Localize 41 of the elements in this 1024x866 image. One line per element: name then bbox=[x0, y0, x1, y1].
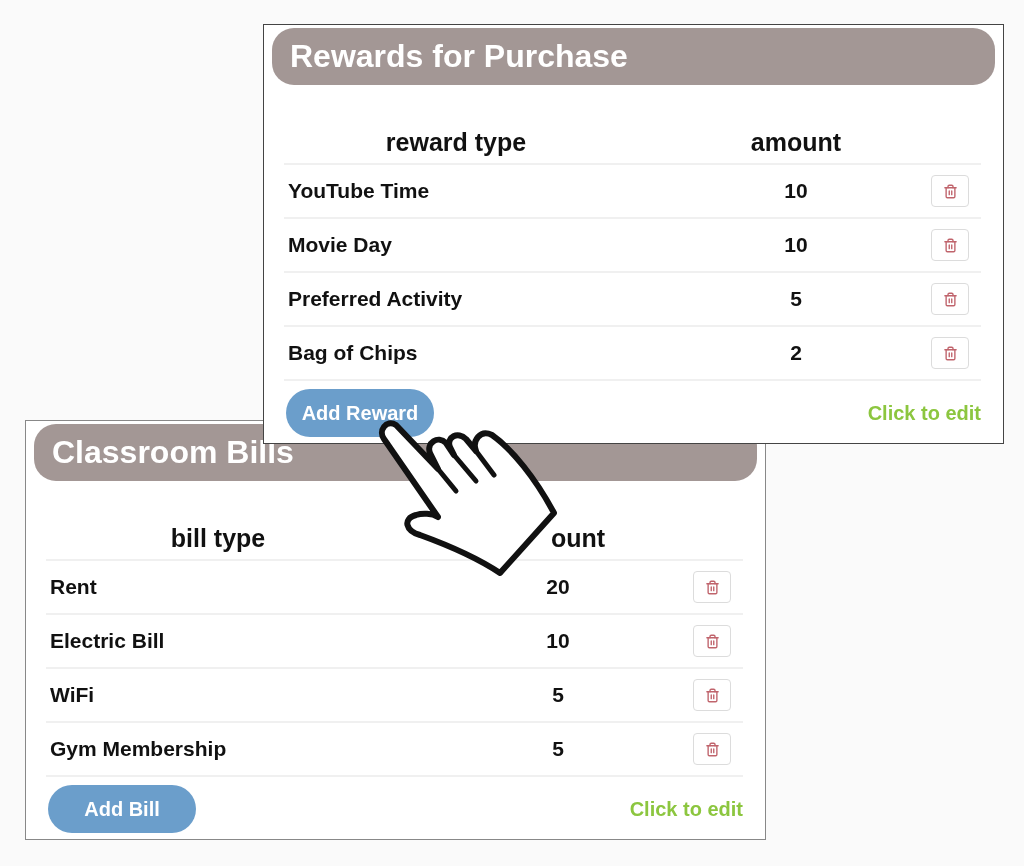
table-cell-text: Preferred Activity bbox=[287, 287, 464, 311]
delete-button[interactable] bbox=[931, 229, 969, 261]
column-header: ount bbox=[549, 524, 607, 554]
table-cell-text: Electric Bill bbox=[49, 629, 166, 653]
trash-icon bbox=[704, 687, 720, 703]
table-cell-text: Gym Membership bbox=[49, 737, 228, 761]
column-header: bill type bbox=[169, 524, 267, 554]
table-cell-text: WiFi bbox=[49, 683, 96, 707]
trash-icon bbox=[942, 345, 958, 361]
column-header: amount bbox=[749, 128, 843, 158]
table-cell-text: 5 bbox=[551, 683, 565, 707]
table-cell-text: 10 bbox=[783, 179, 809, 203]
edit-link[interactable]: Click to edit bbox=[629, 797, 743, 821]
delete-button[interactable] bbox=[693, 571, 731, 603]
table-cell-text: 10 bbox=[545, 629, 571, 653]
table-cell-text: YouTube Time bbox=[287, 179, 431, 203]
table-cell-text: Movie Day bbox=[287, 233, 393, 257]
table-cell-text: 10 bbox=[783, 233, 809, 257]
trash-icon bbox=[942, 183, 958, 199]
delete-button[interactable] bbox=[693, 733, 731, 765]
trash-icon bbox=[942, 291, 958, 307]
trash-icon bbox=[704, 579, 720, 595]
trash-icon bbox=[942, 237, 958, 253]
delete-button[interactable] bbox=[693, 625, 731, 657]
delete-button[interactable] bbox=[931, 283, 969, 315]
column-header: reward type bbox=[384, 128, 528, 158]
table-cell-text: 2 bbox=[789, 341, 803, 365]
table-cell-text: 20 bbox=[545, 575, 571, 599]
add-button[interactable]: Add Reward bbox=[286, 389, 434, 437]
edit-link[interactable]: Click to edit bbox=[867, 401, 981, 425]
delete-button[interactable] bbox=[931, 175, 969, 207]
table-cell-text: Rent bbox=[49, 575, 98, 599]
delete-button[interactable] bbox=[931, 337, 969, 369]
delete-button[interactable] bbox=[693, 679, 731, 711]
trash-icon bbox=[704, 633, 720, 649]
trash-icon bbox=[704, 741, 720, 757]
table-cell-text: 5 bbox=[789, 287, 803, 311]
table-cell-text: 5 bbox=[551, 737, 565, 761]
panel-title: Rewards for Purchase bbox=[272, 28, 995, 85]
table-cell-text: Bag of Chips bbox=[287, 341, 419, 365]
add-button[interactable]: Add Bill bbox=[48, 785, 196, 833]
